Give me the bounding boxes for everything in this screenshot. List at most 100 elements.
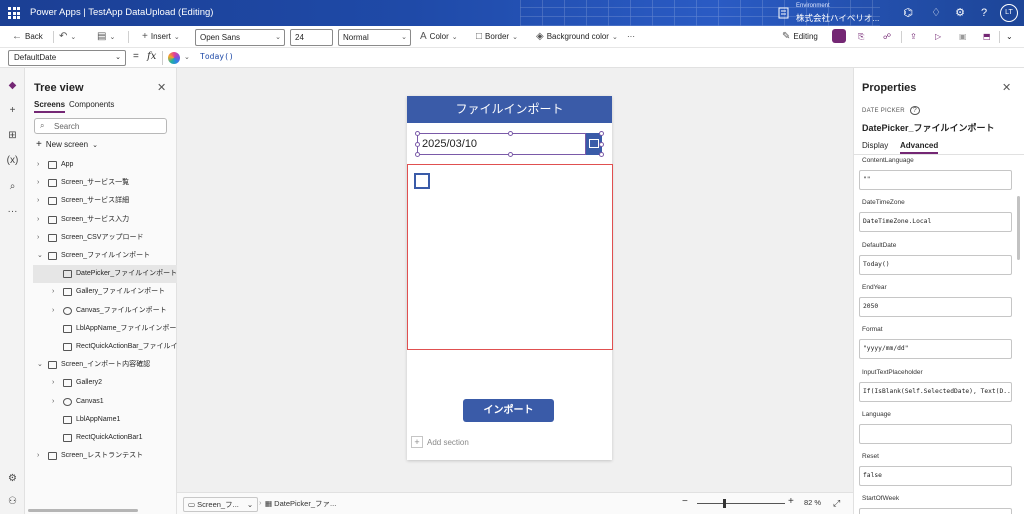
control-name[interactable]: DatePicker_ファイルインポート (862, 121, 995, 134)
chevron-right-icon[interactable]: › (37, 192, 39, 210)
help-icon[interactable]: ? (977, 6, 991, 20)
border-button[interactable]: □ Border ⌄ (476, 30, 521, 44)
tree-item[interactable]: › Screen_サービス詳細 (33, 192, 177, 210)
properties-scrollbar[interactable] (1017, 196, 1020, 260)
resize-handle[interactable] (415, 142, 420, 147)
close-icon[interactable]: ✕ (157, 81, 166, 94)
paste-button[interactable]: ▤ ⌄ (97, 30, 118, 44)
info-icon[interactable]: ? (909, 106, 921, 115)
chevron-down-icon[interactable]: ⌄ (37, 247, 43, 265)
resize-handle[interactable] (599, 152, 604, 157)
gallery[interactable] (407, 164, 613, 350)
font-dropdown[interactable]: Open Sans ⌄ (195, 29, 285, 46)
tree-item[interactable]: ⌄ Screen_インポート内容確認 (33, 356, 177, 374)
tree-item[interactable]: › App (33, 156, 177, 174)
tree-item[interactable]: RectQuickActionBar1 (33, 429, 177, 447)
date-picker[interactable]: 2025/03/10 (417, 133, 586, 155)
tree-item[interactable]: › Gallery2 (33, 374, 177, 392)
tree-search-input[interactable]: ⌕ Search (34, 118, 167, 134)
chevron-right-icon[interactable]: › (37, 156, 39, 174)
insert-icon[interactable]: + (5, 103, 20, 118)
tree-item[interactable]: › Canvas1 (33, 393, 177, 411)
gear-icon[interactable]: ⚙ (953, 6, 967, 20)
property-input[interactable] (859, 423, 1012, 444)
editing-mode-button[interactable]: ✎ Editing (782, 30, 818, 44)
control-breadcrumb[interactable]: ▦ DatePicker_ファ... (265, 498, 336, 509)
search-icon[interactable]: ⌕ (5, 179, 20, 194)
zoom-out-button[interactable]: − (682, 496, 688, 507)
chevron-right-icon[interactable]: › (52, 374, 54, 392)
property-input[interactable]: false (859, 466, 1012, 487)
data-icon[interactable]: ⊞ (5, 128, 20, 143)
publish-icon[interactable]: ⬒ (983, 30, 991, 44)
chevron-right-icon[interactable]: › (37, 174, 39, 192)
more-icon[interactable]: ··· (5, 204, 20, 219)
save-icon[interactable]: ▣ (959, 30, 967, 44)
property-input[interactable]: DateTimeZone.Local (859, 212, 1012, 233)
variables-icon[interactable]: (x) (5, 153, 20, 168)
property-dropdown[interactable]: DefaultDate ⌄ (8, 50, 126, 66)
property-input[interactable]: 2050 (859, 296, 1012, 317)
zoom-in-button[interactable]: + (788, 496, 794, 507)
chevron-right-icon[interactable]: › (37, 229, 39, 247)
undo-button[interactable]: ↶ ⌄ (59, 30, 79, 44)
tree-item[interactable]: › Screen_レストランテスト (33, 447, 177, 465)
resize-handle[interactable] (508, 131, 513, 136)
property-input[interactable]: Today() (859, 254, 1012, 275)
settings-icon[interactable]: ⚙ (5, 471, 20, 486)
tab-screens[interactable]: Screens (34, 100, 66, 113)
account-icon[interactable]: ⚇ (5, 494, 20, 509)
resize-handle[interactable] (599, 131, 604, 136)
tree-item[interactable]: › Screen_サービス一覧 (33, 174, 177, 192)
tree-item[interactable]: › Screen_CSVアップロード (33, 229, 177, 247)
zoom-slider-thumb[interactable] (723, 499, 726, 508)
checkbox[interactable] (414, 173, 430, 189)
app-checker-icon[interactable]: ☍ (883, 30, 891, 44)
tree-item[interactable]: LblAppName1 (33, 411, 177, 429)
chevron-right-icon[interactable]: › (52, 393, 54, 411)
tree-item[interactable]: LblAppName_ファイルインポート (33, 320, 177, 338)
tab-components[interactable]: Components (69, 100, 114, 109)
tree-scrollbar[interactable] (28, 509, 138, 512)
layers-icon[interactable]: ◆ (5, 78, 20, 93)
tab-advanced[interactable]: Advanced (900, 141, 939, 154)
property-input[interactable]: "" (859, 170, 1012, 190)
add-section-button[interactable]: + Add section (411, 436, 469, 448)
tree-item[interactable]: RectQuickActionBar_ファイルインポ (33, 338, 177, 356)
chevron-right-icon[interactable]: › (52, 283, 54, 301)
resize-handle[interactable] (415, 152, 420, 157)
play-icon[interactable]: ▷ (935, 30, 941, 44)
chevron-right-icon[interactable]: › (37, 447, 39, 465)
insert-button[interactable]: + Insert ⌄ (142, 30, 183, 44)
share-icon[interactable]: ⎘ (858, 30, 864, 44)
chevron-down-icon[interactable]: ⌄ (37, 356, 43, 374)
chevron-down-icon[interactable]: ⌄ (184, 53, 190, 61)
close-icon[interactable]: ✕ (1002, 81, 1011, 94)
back-button[interactable]: ← Back (12, 30, 43, 44)
copilot-icon[interactable]: ⌬ (901, 6, 915, 20)
chevron-down-icon[interactable]: ⌄ (1006, 30, 1013, 44)
tree-item[interactable]: › Canvas_ファイルインポート (33, 302, 177, 320)
new-screen-button[interactable]: + New screen ⌄ (36, 139, 98, 150)
chevron-right-icon[interactable]: › (37, 211, 39, 229)
tree-item[interactable]: › Gallery_ファイルインポート (33, 283, 177, 301)
app-launcher-icon[interactable] (8, 7, 20, 19)
tree-item[interactable]: ⌄ Screen_ファイルインポート (33, 247, 177, 265)
more-icon[interactable]: ··· (627, 30, 635, 44)
formula-input[interactable]: Today() (200, 52, 234, 61)
resize-handle[interactable] (599, 142, 604, 147)
screen-header-label[interactable]: ファイルインポート (407, 96, 612, 123)
bell-icon[interactable]: ♢ (929, 6, 943, 20)
background-color-button[interactable]: ◈ Background color ⌄ (536, 30, 621, 44)
resize-handle[interactable] (508, 152, 513, 157)
font-size-input[interactable]: 24 (290, 29, 333, 46)
tab-display[interactable]: Display (862, 141, 888, 150)
chevron-right-icon[interactable]: › (52, 302, 54, 320)
property-input[interactable]: StartOfWeek.Sunday (859, 508, 1012, 514)
copilot-formula-icon[interactable] (168, 52, 180, 64)
environment-name[interactable]: 株式会社ハイベリオ... (796, 12, 879, 24)
screen-breadcrumb[interactable]: ▭ Screen_フ... ⌄ (183, 497, 259, 512)
zoom-slider[interactable] (697, 503, 785, 504)
color-button[interactable]: A Color ⌄ (420, 30, 461, 44)
comments-icon[interactable] (832, 29, 846, 43)
